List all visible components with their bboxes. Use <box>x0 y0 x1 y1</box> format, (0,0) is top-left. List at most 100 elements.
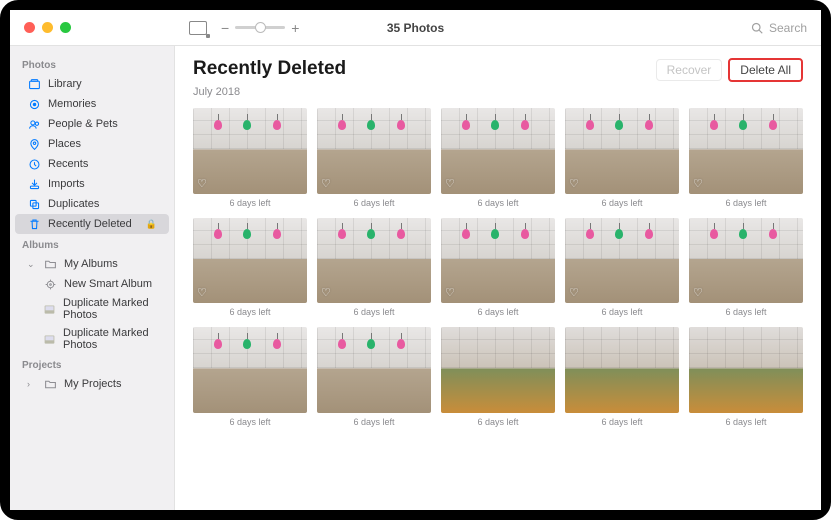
delete-all-button[interactable]: Delete All <box>728 58 803 82</box>
search-field[interactable]: Search <box>751 21 807 35</box>
folder-icon <box>43 377 57 391</box>
close-window-button[interactable] <box>24 22 35 33</box>
photo-count: 35 Photos <box>387 21 444 35</box>
aspect-crop-icon[interactable] <box>189 21 207 35</box>
sidebar-item-label: Recents <box>48 158 88 170</box>
photo-image: ♡ <box>317 218 431 304</box>
zoom-in-icon[interactable]: + <box>291 20 299 36</box>
favorite-heart-icon: ♡ <box>693 286 703 299</box>
photo-image: ♡ <box>441 218 555 304</box>
photo-image <box>317 327 431 413</box>
photo-thumbnail[interactable]: 6 days left <box>565 327 679 427</box>
sidebar-item-label: Places <box>48 138 81 150</box>
sidebar-item-label: Duplicate Marked Photos <box>63 297 157 321</box>
zoom-slider[interactable]: − + <box>221 20 299 36</box>
chevron-right-icon[interactable]: › <box>27 379 36 389</box>
days-left-label: 6 days left <box>353 307 394 317</box>
sidebar-item-places[interactable]: Places <box>15 134 169 154</box>
photo-image: ♡ <box>565 218 679 304</box>
favorite-heart-icon: ♡ <box>445 177 455 190</box>
sidebar-item-recents[interactable]: Recents <box>15 154 169 174</box>
photo-thumbnail[interactable]: 6 days left <box>441 327 555 427</box>
sidebar-item-new-smart-album[interactable]: New Smart Album <box>15 274 169 294</box>
sidebar-item-duplicates[interactable]: Duplicates <box>15 194 169 214</box>
sidebar-item-imports[interactable]: Imports <box>15 174 169 194</box>
lock-icon: 🔒 <box>146 219 157 230</box>
sidebar-item-duplicate-marked-photos[interactable]: Duplicate Marked Photos <box>15 294 169 324</box>
sidebar-item-label: My Projects <box>64 378 121 390</box>
duplicates-icon <box>27 197 41 211</box>
search-icon <box>751 22 763 34</box>
sidebar-item-library[interactable]: Library <box>15 74 169 94</box>
sidebar-section-header: Albums <box>10 234 174 254</box>
zoom-track[interactable] <box>235 26 285 29</box>
days-left-label: 6 days left <box>353 417 394 427</box>
sidebar-item-people-pets[interactable]: People & Pets <box>15 114 169 134</box>
photo-image: ♡ <box>193 218 307 304</box>
library-icon <box>27 77 41 91</box>
sidebar-item-memories[interactable]: Memories <box>15 94 169 114</box>
photo-thumbnail[interactable]: ♡ 6 days left <box>317 218 431 318</box>
photo-image <box>441 327 555 413</box>
recover-button[interactable]: Recover <box>656 59 723 81</box>
days-left-label: 6 days left <box>477 417 518 427</box>
sidebar-item-label: People & Pets <box>48 118 118 130</box>
chevron-down-icon[interactable]: ⌄ <box>27 259 36 270</box>
days-left-label: 6 days left <box>229 417 270 427</box>
zoom-out-icon[interactable]: − <box>221 20 229 36</box>
memories-icon <box>27 97 41 111</box>
sidebar-item-label: Duplicates <box>48 198 99 210</box>
photo-grid: ♡ 6 days left ♡ 6 days left ♡ 6 days left ♡ 6 d… <box>175 108 821 427</box>
photo-image <box>193 327 307 413</box>
photo-thumbnail[interactable]: 6 days left <box>317 327 431 427</box>
sidebar-item-my-projects[interactable]: › My Projects <box>15 374 169 394</box>
photo-thumbnail[interactable]: ♡6 days left <box>193 218 307 318</box>
photo-thumbnail[interactable]: ♡6 days left <box>565 108 679 208</box>
sidebar-item-label: Imports <box>48 178 85 190</box>
page-title: Recently Deleted <box>193 58 346 80</box>
photo-thumbnail[interactable]: 6 days left <box>689 327 803 427</box>
days-left-label: 6 days left <box>725 307 766 317</box>
sidebar-item-duplicate-marked-photos[interactable]: Duplicate Marked Photos <box>15 324 169 354</box>
photo-thumbnail[interactable]: ♡ 6 days left <box>565 218 679 318</box>
photo-thumbnail[interactable]: ♡ 6 days left <box>689 108 803 208</box>
days-left-label: 6 days left <box>353 198 394 208</box>
minimize-window-button[interactable] <box>42 22 53 33</box>
photo-image: ♡ <box>565 108 679 194</box>
imports-icon <box>27 177 41 191</box>
sidebar-item-my-albums[interactable]: ⌄ My Albums <box>15 254 169 274</box>
photo-thumbnail[interactable]: ♡ 6 days left <box>441 108 555 208</box>
days-left-label: 6 days left <box>477 198 518 208</box>
fullscreen-window-button[interactable] <box>60 22 71 33</box>
photo-thumbnail[interactable]: ♡ 6 days left <box>317 108 431 208</box>
photo-image: ♡ <box>689 218 803 304</box>
sidebar-section-header: Photos <box>10 54 174 74</box>
favorite-heart-icon: ♡ <box>321 286 331 299</box>
places-icon <box>27 137 41 151</box>
window-controls <box>10 22 175 33</box>
days-left-label: 6 days left <box>601 417 642 427</box>
sidebar-item-label: New Smart Album <box>64 278 152 290</box>
sidebar-item-label: My Albums <box>64 258 118 270</box>
titlebar: − + 35 Photos Search <box>10 10 821 46</box>
sidebar-item-recently-deleted[interactable]: Recently Deleted🔒 <box>15 214 169 234</box>
smart-icon <box>43 277 57 291</box>
favorite-heart-icon: ♡ <box>569 286 579 299</box>
photo-thumbnail[interactable]: ♡ 6 days left <box>193 108 307 208</box>
favorite-heart-icon: ♡ <box>445 286 455 299</box>
photo-thumbnail[interactable]: ♡6 days left <box>441 218 555 318</box>
photo-image: ♡ <box>193 108 307 194</box>
photo-image: ♡ <box>317 108 431 194</box>
trash-icon <box>27 217 41 231</box>
days-left-label: 6 days left <box>725 198 766 208</box>
days-left-label: 6 days left <box>601 307 642 317</box>
favorite-heart-icon: ♡ <box>569 177 579 190</box>
favorite-heart-icon: ♡ <box>197 177 207 190</box>
photo-thumbnail[interactable]: ♡ 6 days left <box>689 218 803 318</box>
photo-thumbnail[interactable]: 6 days left <box>193 327 307 427</box>
favorite-heart-icon: ♡ <box>693 177 703 190</box>
date-label: July 2018 <box>175 86 821 108</box>
zoom-thumb[interactable] <box>255 22 266 33</box>
days-left-label: 6 days left <box>229 198 270 208</box>
sidebar: PhotosLibraryMemories People & Pets Places… <box>10 46 175 510</box>
